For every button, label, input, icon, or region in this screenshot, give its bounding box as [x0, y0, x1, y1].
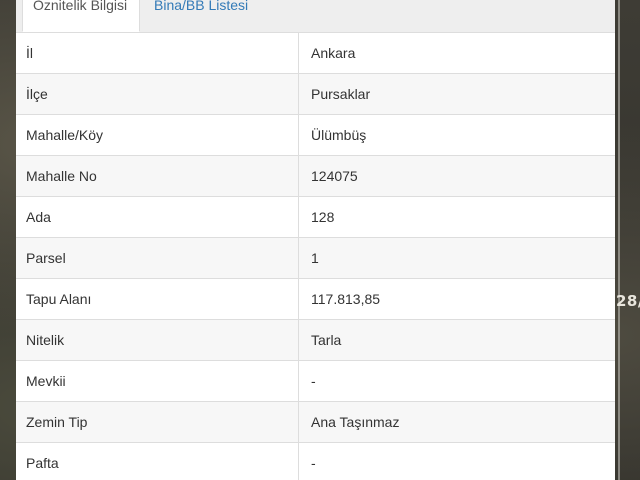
table-row: Nitelik Tarla	[16, 320, 615, 361]
row-key: Ada	[16, 197, 299, 237]
parcel-boundary-line	[618, 0, 620, 480]
tab-building-list-label: Bina/BB Listesi	[154, 0, 249, 13]
row-key: İl	[16, 33, 299, 73]
table-row: Mahalle No 124075	[16, 156, 615, 197]
tab-attribute-info[interactable]: Öznitelik Bilgisi	[22, 0, 140, 32]
row-key: Parsel	[16, 238, 299, 278]
table-row: Mahalle/Köy Ülümbüş	[16, 115, 615, 156]
row-key: Tapu Alanı	[16, 279, 299, 319]
row-key: Nitelik	[16, 320, 299, 360]
row-key: Pafta	[16, 443, 299, 480]
row-value: Ankara	[311, 45, 356, 61]
row-value: 1	[311, 250, 319, 266]
attribute-table: İl Ankara İlçe Pursaklar Mahalle/Köy Ülü…	[16, 33, 615, 480]
tab-building-list[interactable]: Bina/BB Listesi	[154, 0, 284, 32]
row-value: 128	[311, 209, 335, 225]
row-value: Tarla	[311, 332, 342, 348]
table-row: Mevkii -	[16, 361, 615, 402]
row-key: Mevkii	[16, 361, 299, 401]
row-key: Zemin Tip	[16, 402, 299, 442]
table-row: Pafta -	[16, 443, 615, 480]
table-row: Ada 128	[16, 197, 615, 238]
row-value: 117.813,85	[311, 291, 381, 307]
tab-attribute-info-label: Öznitelik Bilgisi	[33, 0, 128, 13]
table-row: İlçe Pursaklar	[16, 74, 615, 115]
row-value: 124075	[311, 168, 358, 184]
row-key: Mahalle No	[16, 156, 299, 196]
row-key: Mahalle/Köy	[16, 115, 299, 155]
table-row: Tapu Alanı 117.813,85	[16, 279, 615, 320]
table-row: Parsel 1	[16, 238, 615, 279]
row-value: Ülümbüş	[311, 127, 367, 143]
row-key: İlçe	[16, 74, 299, 114]
table-row: Zemin Tip Ana Taşınmaz	[16, 402, 615, 443]
table-row: İl Ankara	[16, 33, 615, 74]
map-parcel-label: 28/	[616, 292, 640, 310]
row-value: Pursaklar	[311, 86, 371, 102]
attribute-panel: Öznitelik Bilgisi Bina/BB Listesi İl Ank…	[16, 0, 615, 480]
tab-bar: Öznitelik Bilgisi Bina/BB Listesi	[16, 0, 615, 33]
row-value: -	[311, 455, 316, 471]
row-value: Ana Taşınmaz	[311, 414, 400, 430]
row-value: -	[311, 373, 316, 389]
